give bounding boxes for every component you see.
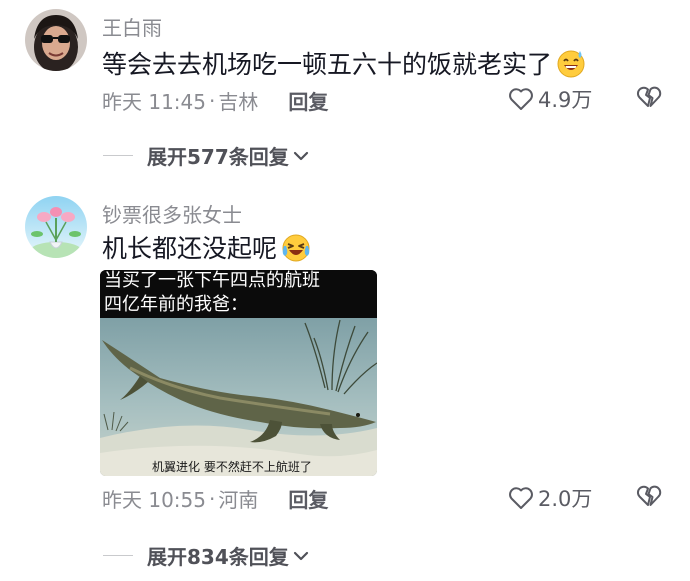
- sweat-smile-emoji: [556, 48, 586, 78]
- dislike-button[interactable]: [636, 85, 662, 113]
- comment-location: 河南: [218, 488, 259, 512]
- heart-icon: [509, 88, 533, 110]
- comment-text: 等会去去机场吃一顿五六十的饭就老实了: [102, 45, 586, 81]
- like-count: 4.9万: [538, 88, 593, 112]
- comment-image[interactable]: 当买了一张下午四点的航班 四亿年前的我爸： 机翼进化 要不然赶不上航班了: [100, 270, 377, 476]
- comment-text: 机长都还没起呢: [102, 229, 311, 265]
- comment-username[interactable]: 钞票很多张女士: [102, 199, 242, 228]
- image-caption-bottom: 机翼进化 要不然赶不上航班了: [152, 460, 312, 474]
- meta-separator: ·: [209, 88, 216, 113]
- broken-heart-icon: [636, 86, 662, 107]
- expand-replies-label: 展开834条回复: [147, 545, 289, 569]
- chevron-down-icon: [293, 551, 308, 560]
- comment-item: 王白雨 等会去去机场吃一顿五六十的饭就老实了 昨天 11:45 · 吉林 回复 …: [0, 0, 690, 180]
- image-caption-line1: 当买了一张下午四点的航班: [104, 270, 320, 291]
- comment-meta: 昨天 11:45 · 吉林 回复: [102, 86, 328, 115]
- comment-location: 吉林: [218, 90, 259, 114]
- image-caption-bar: 当买了一张下午四点的航班 四亿年前的我爸：: [100, 270, 377, 318]
- chevron-down-icon: [293, 151, 308, 160]
- fish-illustration: [100, 318, 377, 476]
- comment-meta: 昨天 10:55 · 河南 回复: [102, 484, 328, 513]
- avatar[interactable]: [25, 9, 87, 71]
- comment-text-content: 等会去去机场吃一顿五六十的饭就老实了: [102, 50, 553, 79]
- comment-time: 昨天 11:45: [102, 90, 206, 114]
- meta-separator: ·: [209, 486, 216, 511]
- expand-divider: [103, 555, 133, 556]
- heart-icon: [509, 487, 533, 509]
- expand-replies-button[interactable]: 展开577条回复: [103, 141, 309, 170]
- reply-button[interactable]: 回复: [288, 484, 328, 513]
- like-count: 2.0万: [538, 487, 593, 511]
- comment-username[interactable]: 王白雨: [102, 12, 162, 41]
- reply-button[interactable]: 回复: [288, 86, 328, 115]
- comment-item: 钞票很多张女士 机长都还没起呢 当买了一张下午四点的航班 四亿年前的我爸： 机翼…: [0, 188, 690, 581]
- avatar[interactable]: [25, 196, 87, 258]
- expand-replies-label: 展开577条回复: [147, 145, 289, 169]
- dislike-button[interactable]: [636, 484, 662, 512]
- broken-heart-icon: [636, 485, 662, 506]
- comment-time: 昨天 10:55: [102, 488, 206, 512]
- like-button[interactable]: 2.0万: [508, 483, 592, 513]
- expand-replies-button[interactable]: 展开834条回复: [103, 541, 309, 570]
- expand-divider: [103, 155, 133, 156]
- crying-laughing-emoji: [281, 232, 311, 262]
- image-caption-line2: 四亿年前的我爸：: [104, 294, 248, 315]
- like-button[interactable]: 4.9万: [508, 84, 592, 114]
- comment-text-content: 机长都还没起呢: [102, 234, 278, 263]
